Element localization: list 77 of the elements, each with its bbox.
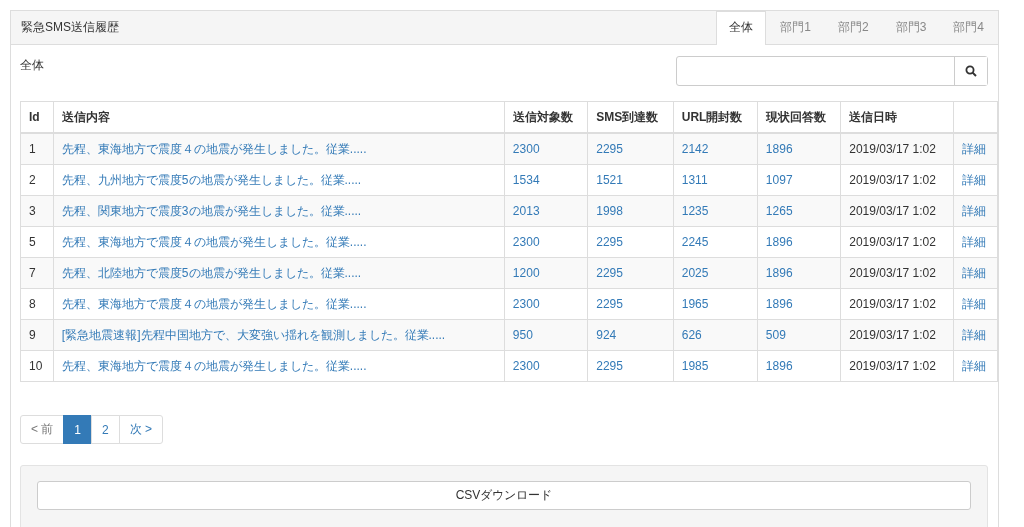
table-link[interactable]: 1097 [757, 164, 841, 196]
table-link[interactable]: 2300 [504, 226, 588, 258]
table-link[interactable]: 2295 [587, 257, 674, 289]
table-link[interactable]: 先程、東海地方で震度４の地震が発生しました。従業..... [53, 350, 505, 382]
detail-link[interactable]: 詳細 [953, 195, 998, 227]
table-cell: 2019/03/17 1:02 [840, 133, 954, 165]
table-cell: 2019/03/17 1:02 [840, 257, 954, 289]
detail-link[interactable]: 詳細 [953, 288, 998, 320]
table-link[interactable]: 2142 [673, 133, 758, 165]
table-link[interactable]: 1896 [757, 350, 841, 382]
table-link[interactable]: 1896 [757, 133, 841, 165]
table-cell: 10 [20, 350, 54, 382]
table-link[interactable]: 2025 [673, 257, 758, 289]
table-link[interactable]: 先程、九州地方で震度5の地震が発生しました。従業..... [53, 164, 505, 196]
table-link[interactable]: 1311 [673, 164, 758, 196]
tab[interactable]: 全体 [716, 11, 767, 45]
table-link[interactable]: 2295 [587, 226, 674, 258]
table-cell: 2019/03/17 1:02 [840, 164, 954, 196]
table-link[interactable]: 2245 [673, 226, 758, 258]
detail-link[interactable]: 詳細 [953, 226, 998, 258]
panel-title: 緊急SMS送信履歴 [21, 19, 119, 36]
tab[interactable]: 部門4 [940, 11, 997, 44]
table-cell: 2019/03/17 1:02 [840, 288, 954, 320]
table-link[interactable]: 1521 [587, 164, 674, 196]
table-link[interactable]: 先程、東海地方で震度４の地震が発生しました。従業..... [53, 226, 505, 258]
table-link[interactable]: 509 [757, 319, 841, 351]
table-link[interactable]: 2295 [587, 133, 674, 165]
page-link[interactable]: 1 [63, 415, 93, 444]
table-link[interactable]: 1896 [757, 288, 841, 320]
detail-link[interactable]: 詳細 [953, 350, 998, 382]
csv-download-button[interactable]: CSVダウンロード [37, 481, 971, 510]
table-link[interactable]: 1965 [673, 288, 758, 320]
table-link[interactable]: 2295 [587, 350, 674, 382]
table-cell: 7 [20, 257, 54, 289]
table-cell: 2 [20, 164, 54, 196]
table-link[interactable]: 1534 [504, 164, 588, 196]
table-link[interactable]: 1896 [757, 257, 841, 289]
page-link[interactable]: 次 > [118, 415, 164, 444]
table-link[interactable]: 1896 [757, 226, 841, 258]
table-link[interactable]: 1265 [757, 195, 841, 227]
table-cell: 2019/03/17 1:02 [840, 226, 954, 258]
table-cell: 9 [20, 319, 54, 351]
search-field[interactable] [676, 56, 988, 86]
table-link[interactable]: 1985 [673, 350, 758, 382]
table-link[interactable]: [緊急地震速報]先程中国地方で、大変強い揺れを観測しました。従業..... [53, 319, 505, 351]
detail-link[interactable]: 詳細 [953, 133, 998, 165]
table-cell: 2019/03/17 1:02 [840, 319, 954, 351]
table-link[interactable]: 1235 [673, 195, 758, 227]
tab[interactable]: 部門2 [824, 11, 882, 44]
detail-link[interactable]: 詳細 [953, 257, 998, 289]
table-cell: 2019/03/17 1:02 [840, 195, 954, 227]
table-link[interactable]: 2300 [504, 350, 588, 382]
table-link[interactable]: 先程、東海地方で震度４の地震が発生しました。従業..... [53, 288, 505, 320]
tab[interactable]: 部門1 [767, 11, 824, 44]
table-link[interactable]: 2300 [504, 288, 588, 320]
table-cell: 2019/03/17 1:02 [840, 350, 954, 382]
section-label: 全体 [20, 57, 44, 74]
detail-link[interactable]: 詳細 [953, 164, 998, 196]
table-link[interactable]: 1200 [504, 257, 588, 289]
table-link[interactable]: 950 [504, 319, 588, 351]
table-cell: 8 [20, 288, 54, 320]
search-icon[interactable] [954, 57, 987, 85]
table-link[interactable]: 先程、東海地方で震度４の地震が発生しました。従業..... [53, 133, 505, 165]
page-link[interactable]: 2 [91, 415, 120, 444]
tab[interactable]: 部門3 [882, 11, 940, 44]
detail-link[interactable]: 詳細 [953, 319, 998, 351]
table-cell: 1 [20, 133, 54, 165]
table-cell: 3 [20, 195, 54, 227]
table-link[interactable]: 2295 [587, 288, 674, 320]
table-link[interactable]: 先程、関東地方で震度3の地震が発生しました。従業..... [53, 195, 505, 227]
table-link[interactable]: 626 [673, 319, 758, 351]
table-link[interactable]: 先程、北陸地方で震度5の地震が発生しました。従業..... [53, 257, 505, 289]
table-link[interactable]: 2300 [504, 133, 588, 165]
table-link[interactable]: 2013 [504, 195, 588, 227]
table-link[interactable]: 924 [587, 319, 674, 351]
table-link[interactable]: 1998 [587, 195, 674, 227]
table-cell: 5 [20, 226, 54, 258]
